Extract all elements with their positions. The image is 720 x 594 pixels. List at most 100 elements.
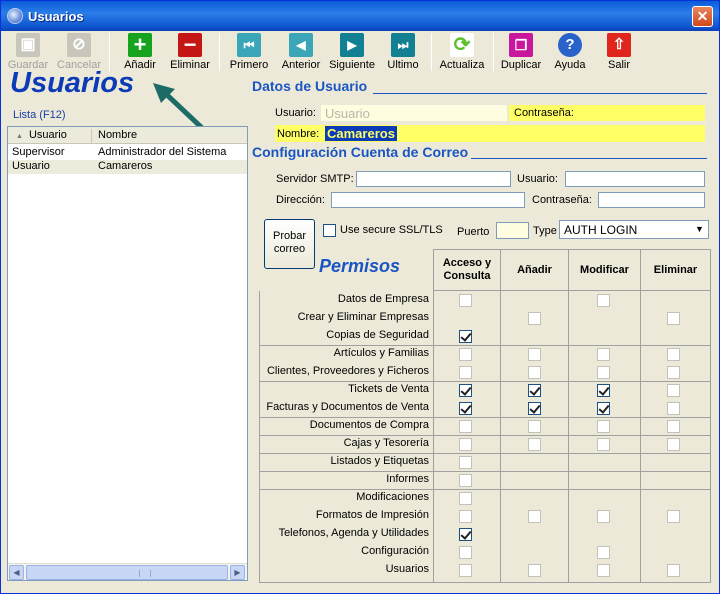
chevron-down-icon: ▼ xyxy=(692,222,707,237)
permiso-label: Datos de Empresa xyxy=(337,293,429,305)
permiso-modificar-checkbox[interactable] xyxy=(597,348,610,361)
permiso-anadir-checkbox[interactable] xyxy=(528,420,541,433)
list-item[interactable]: Supervisor Administrador del Sistema xyxy=(8,146,247,160)
title-bar: Usuarios ✕ xyxy=(1,1,719,31)
permiso-anadir-checkbox[interactable] xyxy=(528,312,541,325)
cancel-icon: ⊘ xyxy=(67,33,91,57)
permiso-eliminar-checkbox[interactable] xyxy=(667,510,680,523)
actualiza-button[interactable]: ⟳ Actualiza xyxy=(437,32,487,74)
list-item-usuario: Usuario xyxy=(12,160,50,172)
usuario-field[interactable]: Usuario xyxy=(321,105,507,121)
permiso-modificar-checkbox[interactable] xyxy=(597,402,610,415)
correo-usuario-field[interactable] xyxy=(565,171,705,187)
ssl-label: Use secure SSL/TLS xyxy=(340,224,443,236)
ultimo-button[interactable]: ⏭ Ultimo xyxy=(381,32,425,74)
correo-contrasena-field[interactable] xyxy=(598,192,705,208)
actualiza-label: Actualiza xyxy=(439,59,485,71)
permiso-anadir-checkbox[interactable] xyxy=(528,366,541,379)
permiso-anadir-checkbox[interactable] xyxy=(528,510,541,523)
header-acceso-line1: Acceso y xyxy=(442,257,492,269)
permiso-eliminar-checkbox[interactable] xyxy=(667,564,680,577)
permiso-modificar-checkbox[interactable] xyxy=(597,546,610,559)
header-eliminar: Eliminar xyxy=(640,249,711,291)
ssl-checkbox[interactable] xyxy=(323,224,336,237)
scroll-right-icon[interactable]: ▶ xyxy=(230,565,245,580)
permiso-eliminar-checkbox[interactable] xyxy=(667,366,680,379)
permiso-acceso-checkbox[interactable] xyxy=(459,366,472,379)
type-select-value: AUTH LOGIN xyxy=(564,223,638,237)
permiso-modificar-checkbox[interactable] xyxy=(597,384,610,397)
siguiente-button[interactable]: ▶ Siguiente xyxy=(325,32,379,74)
permiso-acceso-checkbox[interactable] xyxy=(459,510,472,523)
permiso-acceso-checkbox[interactable] xyxy=(459,294,472,307)
permiso-modificar-checkbox[interactable] xyxy=(597,510,610,523)
permiso-eliminar-checkbox[interactable] xyxy=(667,420,680,433)
next-icon: ▶ xyxy=(340,33,364,57)
permiso-modificar-checkbox[interactable] xyxy=(597,564,610,577)
siguiente-label: Siguiente xyxy=(329,59,375,71)
nombre-label: Nombre: xyxy=(277,128,320,140)
permiso-anadir-checkbox[interactable] xyxy=(528,402,541,415)
anterior-button[interactable]: ◀ Anterior xyxy=(277,32,325,74)
permiso-label: Clientes, Proveedores y Ficheros xyxy=(266,365,429,377)
direccion-field[interactable] xyxy=(331,192,525,208)
permiso-eliminar-checkbox[interactable] xyxy=(667,384,680,397)
permiso-anadir-checkbox[interactable] xyxy=(528,438,541,451)
permiso-eliminar-checkbox[interactable] xyxy=(667,348,680,361)
permiso-acceso-checkbox[interactable] xyxy=(459,330,472,343)
close-button[interactable]: ✕ xyxy=(692,6,713,27)
permiso-acceso-checkbox[interactable] xyxy=(459,456,472,469)
type-select[interactable]: AUTH LOGIN ▼ xyxy=(559,220,709,239)
column-usuario[interactable]: ▲ Usuario xyxy=(8,129,92,144)
permiso-acceso-checkbox[interactable] xyxy=(459,492,472,505)
nombre-field[interactable]: Camareros xyxy=(325,126,397,141)
puerto-field[interactable] xyxy=(496,222,529,239)
permiso-anadir-checkbox[interactable] xyxy=(528,564,541,577)
permiso-acceso-checkbox[interactable] xyxy=(459,384,472,397)
ayuda-button[interactable]: ? Ayuda xyxy=(549,32,591,74)
permiso-label: Modificaciones xyxy=(356,491,429,503)
permiso-eliminar-checkbox[interactable] xyxy=(667,402,680,415)
lista-label: Lista (F12) xyxy=(13,109,66,121)
smtp-field[interactable] xyxy=(356,171,511,187)
scroll-left-icon[interactable]: ◀ xyxy=(9,565,24,580)
duplicar-button[interactable]: ❐ Duplicar xyxy=(497,32,545,74)
permiso-eliminar-checkbox[interactable] xyxy=(667,438,680,451)
permiso-modificar-checkbox[interactable] xyxy=(597,420,610,433)
list-item[interactable]: Usuario Camareros xyxy=(8,160,247,174)
permiso-acceso-checkbox[interactable] xyxy=(459,438,472,451)
permiso-acceso-checkbox[interactable] xyxy=(459,420,472,433)
permiso-acceso-checkbox[interactable] xyxy=(459,348,472,361)
probar-line1: Probar xyxy=(272,230,307,242)
permiso-acceso-checkbox[interactable] xyxy=(459,564,472,577)
column-nombre[interactable]: Nombre xyxy=(98,129,137,141)
permiso-modificar-checkbox[interactable] xyxy=(597,294,610,307)
contrasena-field[interactable]: Contraseña: xyxy=(509,105,705,121)
permisos-grid: Acceso y Consulta Añadir Modificar Elimin… xyxy=(259,249,711,583)
permiso-acceso-checkbox[interactable] xyxy=(459,402,472,415)
eliminar-button[interactable]: − Eliminar xyxy=(167,32,213,74)
permiso-anadir-checkbox[interactable] xyxy=(528,384,541,397)
eliminar-label: Eliminar xyxy=(170,59,210,71)
permiso-label: Crear y Eliminar Empresas xyxy=(297,311,429,323)
permiso-eliminar-checkbox[interactable] xyxy=(667,312,680,325)
permiso-acceso-checkbox[interactable] xyxy=(459,474,472,487)
help-icon: ? xyxy=(558,33,582,57)
permiso-modificar-checkbox[interactable] xyxy=(597,438,610,451)
permiso-acceso-checkbox[interactable] xyxy=(459,528,472,541)
salir-button[interactable]: ⇧ Salir xyxy=(599,32,639,74)
duplicate-icon: ❐ xyxy=(509,33,533,57)
horizontal-scrollbar[interactable]: ◀ ▶ xyxy=(8,563,247,580)
permiso-modificar-checkbox[interactable] xyxy=(597,366,610,379)
permiso-acceso-checkbox[interactable] xyxy=(459,546,472,559)
scrollbar-thumb[interactable] xyxy=(26,565,228,580)
header-acceso-line2: Consulta xyxy=(443,270,491,282)
permiso-label: Configuración xyxy=(361,545,429,557)
list-item-nombre: Camareros xyxy=(98,160,153,172)
permiso-anadir-checkbox[interactable] xyxy=(528,348,541,361)
permiso-label: Cajas y Tesorería xyxy=(343,437,429,449)
primero-button[interactable]: ⏮ Primero xyxy=(225,32,273,74)
correo-usuario-label: Usuario: xyxy=(517,173,558,185)
save-icon: ▣ xyxy=(16,33,40,57)
type-label: Type xyxy=(533,225,557,237)
